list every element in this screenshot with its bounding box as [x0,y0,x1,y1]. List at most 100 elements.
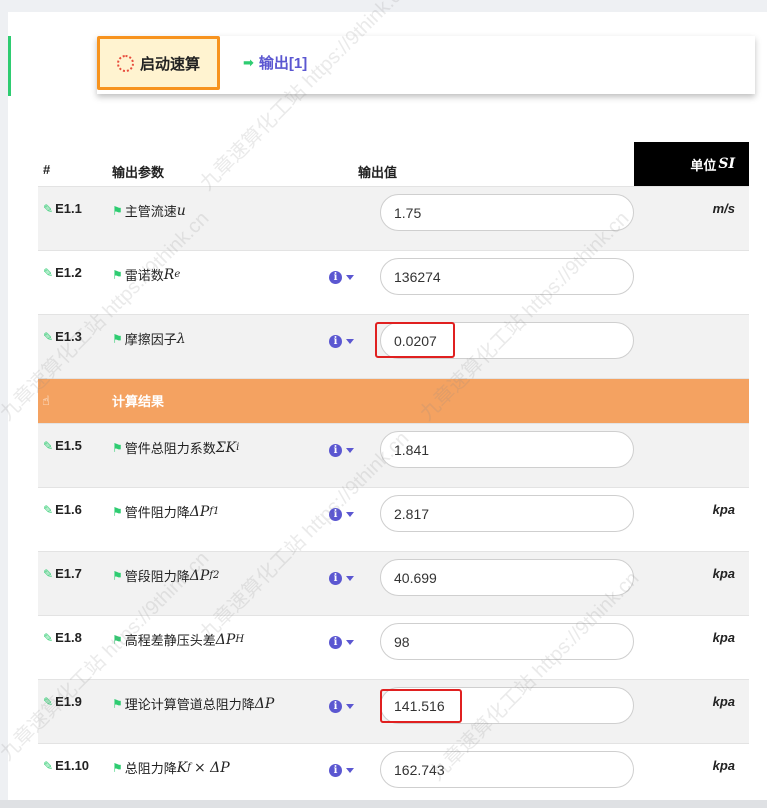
info-dropdown[interactable]: i [329,700,354,713]
caret-down-icon [346,640,354,645]
row-unit: kpa [712,502,735,517]
row-code: ✎ E1.10 [43,758,90,773]
caret-down-icon [346,576,354,581]
output-value-field[interactable]: 40.699 [380,559,634,596]
flag-icon: ⚑ [112,760,123,775]
flag-icon: ⚑ [112,632,123,647]
info-icon: i [329,700,342,713]
row-param: ⚑ 主管流速 u [112,202,186,220]
start-calc-label: 启动速算 [139,55,200,73]
col-header-hash: # [43,162,51,177]
highlight-box [375,322,455,358]
edit-icon[interactable]: ✎ [43,202,53,216]
output-value-field[interactable]: 136274 [380,258,634,295]
row-param: ⚑ 高程差静压头差 ΔP H [112,631,245,649]
highlight-box [380,689,462,723]
caret-down-icon [346,704,354,709]
output-value-field[interactable]: 1.841 [380,431,634,468]
row-code: ✎ E1.7 [43,566,82,581]
spinner-icon [116,54,134,72]
table-row: ✎ E1.3 ⚑ 摩擦因子 λ i 0.0207 [38,315,749,379]
info-icon: i [329,335,342,348]
edit-icon[interactable]: ✎ [43,631,53,645]
flag-icon: ⚑ [112,440,123,455]
row-code: ✎ E1.9 [43,694,82,709]
row-unit: kpa [712,758,735,773]
table-row: ✎ E1.6 ⚑ 管件阻力降 ΔP f1 i 2.817 kpa [38,488,749,552]
row-unit: kpa [712,630,735,645]
bottom-scrollbar[interactable] [0,800,767,808]
row-code: ✎ E1.8 [43,630,82,645]
table-row: ✎ E1.2 ⚑ 雷诺数 Re i 136274 [38,251,749,315]
row-param: ⚑ 管件阻力降 ΔP f1 [112,503,220,521]
edit-icon[interactable]: ✎ [43,567,53,581]
table-header: # 输出参数 输出值 单位 SI [38,142,749,187]
caret-down-icon [346,512,354,517]
output-value-field[interactable]: 1.75 [380,194,634,231]
section-title: 计算结果 [112,394,165,409]
flag-icon: ⚑ [112,331,123,346]
table-row: ✎ E1.7 ⚑ 管段阻力降 ΔP f2 i 40.699 kpa [38,552,749,616]
info-dropdown[interactable]: i [329,508,354,521]
flag-icon: ⚑ [112,504,123,519]
sign-out-icon: ➡ [243,54,254,70]
row-param: ⚑ 理论计算管道总阻力降 ΔP [112,695,275,713]
flag-icon: ⚑ [112,203,123,218]
output-tab-link[interactable]: ➡ 输出[1] [243,52,307,73]
edit-icon[interactable]: ✎ [43,503,53,517]
edit-icon[interactable]: ✎ [43,695,53,709]
info-icon: i [329,508,342,521]
section-header: ☝ 计算结果 [38,379,749,424]
start-calc-button[interactable]: 启动速算 [97,36,220,90]
table-row: ✎ E1.5 ⚑ 管件总阻力系数 ΣK i i 1.841 [38,424,749,488]
row-param: ⚑ 总阻力降 Kf × ΔP [112,759,230,777]
toolbar: 启动速算 ➡ 输出[1] [97,36,755,94]
info-dropdown[interactable]: i [329,572,354,585]
info-dropdown[interactable]: i [329,335,354,348]
table-row: ✎ E1.1 ⚑ 主管流速 u 1.75 m/s [38,187,749,251]
output-tab-label: 输出[1] [258,55,308,72]
info-dropdown[interactable]: i [329,764,354,777]
flag-icon: ⚑ [112,267,123,282]
row-code: ✎ E1.2 [43,265,82,280]
flag-icon: ⚑ [112,568,123,583]
info-icon: i [329,572,342,585]
info-dropdown[interactable]: i [329,271,354,284]
table-row: ✎ E1.9 ⚑ 理论计算管道总阻力降 ΔP i 141.516 kpa [38,680,749,744]
col-header-value: 输出值 [358,165,398,180]
edit-icon[interactable]: ✎ [43,759,53,773]
flag-icon: ⚑ [112,696,123,711]
table-row: ✎ E1.10 ⚑ 总阻力降 Kf × ΔP i 162.743 kpa [38,744,749,808]
row-code: ✎ E1.3 [43,329,82,344]
edit-icon[interactable]: ✎ [43,439,53,453]
info-icon: i [329,636,342,649]
hand-point-icon: ☝ [42,393,50,408]
output-table: # 输出参数 输出值 单位 SI ✎ E1.1 ⚑ 主管流速 u 1.75 m/s ✎ E… [38,142,749,808]
row-code: ✎ E1.5 [43,438,82,453]
info-dropdown[interactable]: i [329,444,354,457]
row-unit: kpa [712,694,735,709]
row-param: ⚑ 管件总阻力系数 ΣK i [112,439,240,457]
caret-down-icon [346,768,354,773]
row-param: ⚑ 雷诺数 Re [112,266,181,284]
output-value-field[interactable]: 162.743 [380,751,634,788]
left-accent-bar [8,36,11,96]
info-icon: i [329,271,342,284]
edit-icon[interactable]: ✎ [43,330,53,344]
caret-down-icon [346,275,354,280]
caret-down-icon [346,339,354,344]
edit-icon[interactable]: ✎ [43,266,53,280]
caret-down-icon [346,448,354,453]
info-icon: i [329,444,342,457]
row-param: ⚑ 管段阻力降 ΔP f2 [112,567,220,585]
info-dropdown[interactable]: i [329,636,354,649]
info-icon: i [329,764,342,777]
table-row: ✎ E1.8 ⚑ 高程差静压头差 ΔP H i 98 kpa [38,616,749,680]
row-code: ✎ E1.1 [43,201,82,216]
row-code: ✎ E1.6 [43,502,82,517]
col-header-unit: 单位 SI [634,142,749,186]
output-value-field[interactable]: 98 [380,623,634,660]
row-param: ⚑ 摩擦因子 λ [112,330,186,348]
row-unit: kpa [712,566,735,581]
output-value-field[interactable]: 2.817 [380,495,634,532]
